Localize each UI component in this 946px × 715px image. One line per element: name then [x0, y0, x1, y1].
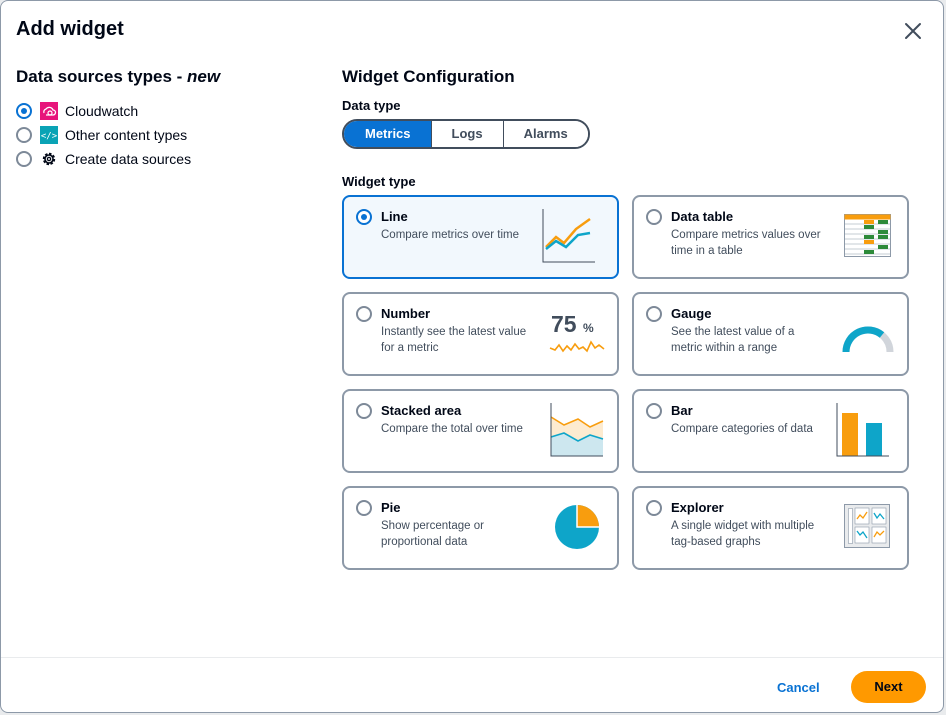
widget-card-bar[interactable]: Bar Compare categories of data [632, 389, 909, 473]
data-type-segmented-control: Metrics Logs Alarms [342, 119, 590, 149]
widget-title: Explorer [671, 500, 724, 515]
gauge-icon [842, 326, 894, 353]
segment-metrics[interactable]: Metrics [344, 121, 431, 147]
number-preview-value: 75 % [551, 311, 594, 337]
radio-cloudwatch[interactable] [16, 103, 32, 119]
widget-card-data-table[interactable]: Data table Compare metrics values over t… [632, 195, 909, 279]
widget-description: Compare the total over time [381, 423, 523, 435]
data-source-label: Cloudwatch [65, 103, 139, 119]
data-source-label: Other content types [65, 127, 188, 143]
widget-card-number[interactable]: Number Instantly see the latest value fo… [342, 292, 619, 376]
data-source-list: Cloudwatch </> Other content types Creat… [16, 99, 191, 171]
widget-title: Gauge [671, 306, 712, 321]
radio-explorer[interactable] [646, 500, 662, 516]
radio-line[interactable] [356, 209, 372, 225]
data-table-icon [844, 214, 891, 257]
widget-type-label: Widget type [342, 174, 416, 189]
widget-title: Number [381, 306, 431, 321]
widget-description: Show percentage or proportional data [381, 520, 484, 548]
radio-pie[interactable] [356, 500, 372, 516]
widget-description: Compare categories of data [671, 423, 813, 435]
code-icon: </> [40, 126, 58, 144]
widget-card-line[interactable]: Line Compare metrics over time [342, 195, 619, 279]
segment-logs[interactable]: Logs [430, 121, 503, 147]
footer-divider [1, 657, 943, 658]
widget-title: Bar [671, 403, 693, 418]
bar-chart-icon [836, 403, 889, 457]
sparkline-icon [549, 340, 605, 353]
widget-description: A single widget with multiple tag-based … [671, 520, 815, 548]
widget-title: Line [381, 209, 408, 224]
widget-configuration-heading: Widget Configuration [342, 67, 515, 86]
radio-other[interactable] [16, 127, 32, 143]
data-source-create[interactable]: Create data sources [16, 147, 191, 171]
data-source-label: Create data sources [65, 151, 192, 167]
gear-icon [40, 150, 58, 168]
radio-number[interactable] [356, 306, 372, 322]
number-preview-unit: % [582, 321, 594, 335]
widget-card-explorer[interactable]: Explorer A single widget with multiple t… [632, 486, 909, 570]
widget-title: Stacked area [381, 403, 462, 418]
new-label: new [187, 67, 221, 86]
data-type-label: Data type [342, 98, 401, 113]
widget-title: Pie [381, 500, 401, 515]
widget-description: Instantly see the latest value for a met… [381, 326, 527, 354]
widget-card-stacked-area[interactable]: Stacked area Compare the total over time [342, 389, 619, 473]
radio-stacked-area[interactable] [356, 403, 372, 419]
segment-alarms[interactable]: Alarms [502, 121, 588, 147]
widget-description: See the latest value of a metric within … [671, 326, 795, 354]
cancel-button[interactable]: Cancel [777, 680, 820, 695]
data-sources-heading: Data sources types - new [16, 67, 221, 86]
cloudwatch-icon [40, 102, 58, 120]
modal-title: Add widget [16, 18, 124, 40]
pie-chart-icon [555, 505, 599, 549]
widget-card-gauge[interactable]: Gauge See the latest value of a metric w… [632, 292, 909, 376]
data-source-cloudwatch[interactable]: Cloudwatch [16, 99, 191, 123]
radio-bar[interactable] [646, 403, 662, 419]
stacked-area-icon [550, 403, 604, 457]
widget-card-pie[interactable]: Pie Show percentage or proportional data [342, 486, 619, 570]
add-widget-modal: Add widget Data sources types - new Clou… [0, 0, 944, 713]
next-button[interactable]: Next [851, 671, 926, 703]
radio-gauge[interactable] [646, 306, 662, 322]
radio-data-table[interactable] [646, 209, 662, 225]
widget-description: Compare metrics over time [381, 229, 520, 241]
line-chart-icon [542, 209, 595, 263]
explorer-icon [844, 504, 890, 548]
widget-title: Data table [671, 209, 734, 224]
svg-text:</>: </> [41, 132, 58, 142]
widget-description: Compare metrics values over time in a ta… [671, 229, 821, 257]
close-icon[interactable] [899, 17, 927, 45]
radio-create[interactable] [16, 151, 32, 167]
data-source-other[interactable]: </> Other content types [16, 123, 191, 147]
